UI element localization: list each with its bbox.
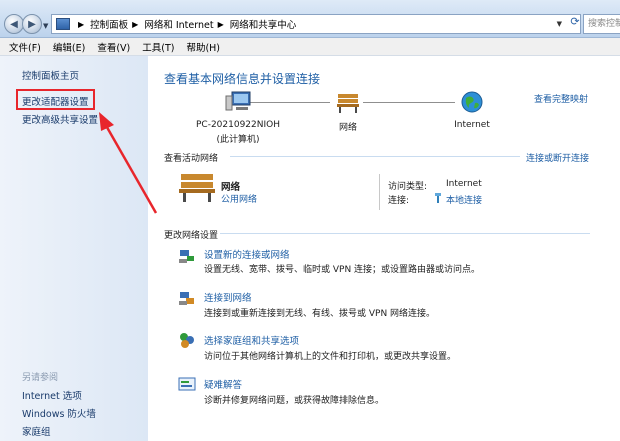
section-divider <box>220 233 590 234</box>
full-map-link[interactable]: 查看完整映射 <box>534 92 588 105</box>
access-type-label: 访问类型: <box>388 182 428 192</box>
network-node-label: 网络 <box>338 123 357 133</box>
task-description: 访问位于其他网络计算机上的文件和打印机，或更改共享设置。 <box>204 352 457 362</box>
connect-disconnect-link[interactable]: 连接或断开连接 <box>526 151 589 164</box>
computer-name: PC-20210922NIOH <box>195 120 280 130</box>
history-dropdown-icon[interactable]: ▼ <box>43 22 48 30</box>
menu-help[interactable]: 帮助(H) <box>186 40 220 54</box>
new-connection-icon <box>179 250 194 263</box>
breadcrumb-separator-icon[interactable]: ▶ <box>78 20 84 29</box>
map-network-node[interactable]: 网络 <box>326 90 370 133</box>
back-button[interactable]: ◀ <box>4 14 24 34</box>
globe-icon <box>461 91 483 113</box>
see-also-heading: 另请参阅 <box>22 373 59 383</box>
arrow-right-icon: ▶ <box>28 18 36 30</box>
task-title[interactable]: 选择家庭组和共享选项 <box>204 333 299 347</box>
search-input[interactable]: 搜索控制 <box>583 14 620 34</box>
vertical-divider <box>379 174 380 210</box>
connections-label: 连接: <box>388 196 410 206</box>
network-adapter-icon <box>434 193 442 206</box>
arrow-left-icon: ◀ <box>10 18 18 30</box>
active-networks-title: 查看活动网络 <box>164 154 219 164</box>
task-title[interactable]: 设置新的连接或网络 <box>204 247 290 261</box>
computer-icon <box>225 91 251 111</box>
menu-edit[interactable]: 编辑(E) <box>53 40 85 54</box>
map-computer-node[interactable]: PC-20210922NIOH (此计算机) <box>178 90 298 145</box>
network-type-link[interactable]: 公用网络 <box>221 192 257 205</box>
breadcrumb-separator-icon[interactable]: ▶ <box>132 20 138 29</box>
computer-subtitle: (此计算机) <box>216 135 260 145</box>
change-settings-title: 更改网络设置 <box>164 231 219 241</box>
bench-network-icon <box>337 94 359 113</box>
sidebar: 控制面板主页 更改适配器设置 更改高级共享设置 另请参阅 Internet 选项… <box>0 56 148 441</box>
task-description: 设置无线、宽带、拨号、临时或 VPN 连接；或设置路由器或访问点。 <box>204 265 481 275</box>
task-description: 连接到或重新连接到无线、有线、拨号或 VPN 网络连接。 <box>204 309 436 319</box>
breadcrumb-network-internet[interactable]: 网络和 Internet <box>144 17 213 31</box>
sidebar-item-control-panel-home[interactable]: 控制面板主页 <box>22 68 79 82</box>
menu-file[interactable]: 文件(F) <box>9 40 41 54</box>
local-connection-link[interactable]: 本地连接 <box>446 193 482 206</box>
internet-node-label: Internet <box>454 120 490 130</box>
annotation-highlight-box <box>16 89 95 110</box>
refresh-icon[interactable]: ⟳ <box>567 15 583 33</box>
task-title[interactable]: 疑难解答 <box>204 377 242 391</box>
active-network-name: 网络 <box>221 182 241 193</box>
troubleshoot-icon <box>178 377 196 391</box>
breadcrumb-control-panel[interactable]: 控制面板 <box>90 17 128 31</box>
bench-network-icon <box>179 174 215 202</box>
control-panel-icon <box>56 18 70 30</box>
address-bar[interactable]: ▶ 控制面板 ▶ 网络和 Internet ▶ 网络和共享中心 ▼ <box>51 14 581 34</box>
map-connector <box>363 102 455 103</box>
address-dropdown-icon[interactable]: ▼ <box>557 20 562 28</box>
sidebar-item-advanced-sharing[interactable]: 更改高级共享设置 <box>22 112 98 126</box>
map-internet-node[interactable]: Internet <box>448 90 496 130</box>
access-type-value: Internet <box>446 179 482 189</box>
see-also-internet-options[interactable]: Internet 选项 <box>22 388 82 402</box>
task-title[interactable]: 连接到网络 <box>204 290 252 304</box>
see-also-homegroup[interactable]: 家庭组 <box>22 424 51 438</box>
breadcrumb-separator-icon[interactable]: ▶ <box>218 20 224 29</box>
title-address-area: ◀ ▶ ▼ ▶ 控制面板 ▶ 网络和 Internet ▶ 网络和共享中心 ▼ … <box>0 0 620 38</box>
main-content: 查看基本网络信息并设置连接 查看完整映射 PC-20210922NIOH (此计… <box>148 56 620 441</box>
menu-view[interactable]: 查看(V) <box>97 40 130 54</box>
menu-tools[interactable]: 工具(T) <box>142 40 174 54</box>
breadcrumb-network-center[interactable]: 网络和共享中心 <box>230 17 297 31</box>
task-description: 诊断并修复网络问题，或获得故障排除信息。 <box>204 396 385 406</box>
homegroup-icon <box>180 333 194 348</box>
section-divider <box>230 156 520 157</box>
forward-button[interactable]: ▶ <box>22 14 42 34</box>
connect-network-icon <box>179 292 194 305</box>
page-title: 查看基本网络信息并设置连接 <box>164 72 321 86</box>
menu-bar: 文件(F) 编辑(E) 查看(V) 工具(T) 帮助(H) <box>0 38 620 56</box>
see-also-firewall[interactable]: Windows 防火墙 <box>22 406 96 420</box>
